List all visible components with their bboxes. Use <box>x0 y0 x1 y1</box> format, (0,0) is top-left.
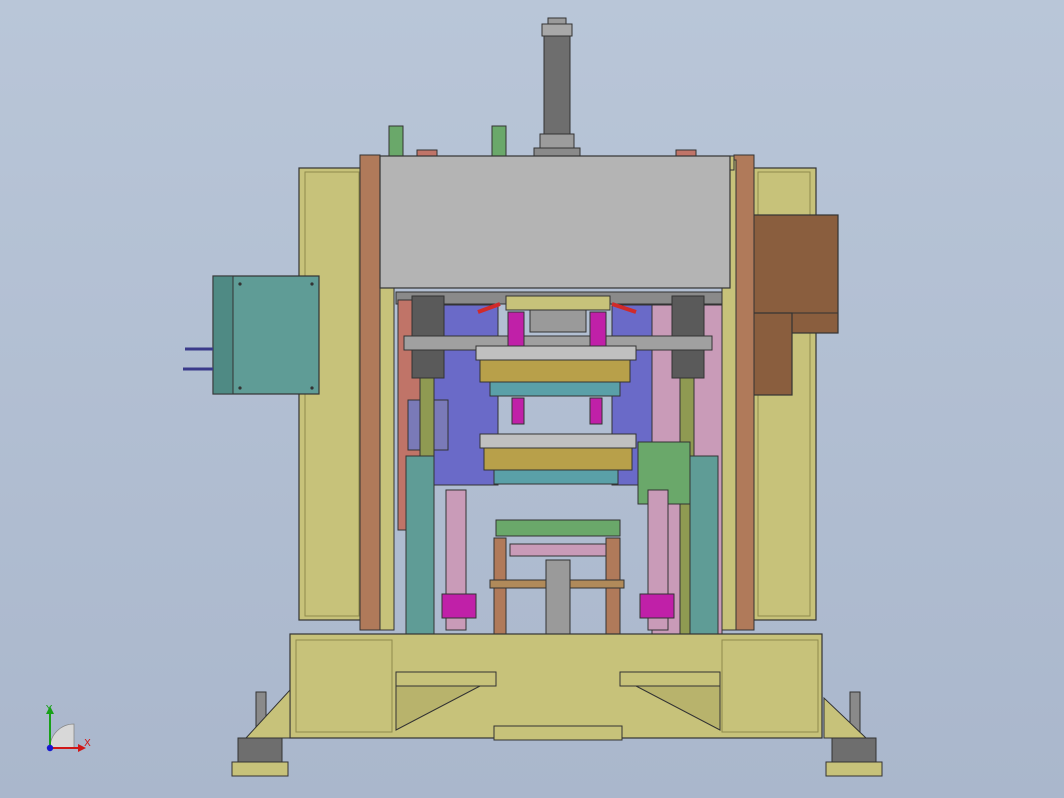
orientation-triad[interactable]: X Y <box>45 704 91 752</box>
machine-base[interactable] <box>289 633 823 741</box>
top-air-cylinder[interactable] <box>533 17 581 157</box>
machine-assembly-drawing[interactable]: X Y <box>0 0 1064 798</box>
x-axis-label: X <box>84 738 91 749</box>
z-axis-dot <box>46 744 54 752</box>
y-axis-label: Y <box>45 704 53 715</box>
upper-press-plate[interactable] <box>379 155 731 289</box>
left-electrical-box[interactable] <box>183 275 320 395</box>
cad-graphics-viewport[interactable]: X Y <box>0 0 1064 798</box>
